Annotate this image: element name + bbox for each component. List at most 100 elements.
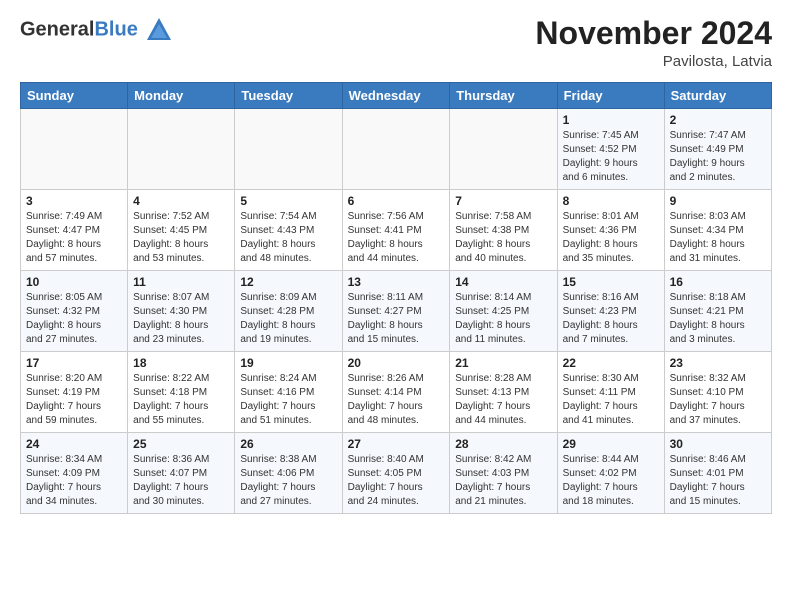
col-friday: Friday — [557, 83, 664, 109]
day-cell: 2 Sunrise: 7:47 AM Sunset: 4:49 PM Daylig… — [664, 109, 771, 190]
day-info: Sunrise: 8:16 AM Sunset: 4:23 PM Dayligh… — [563, 292, 639, 345]
day-number: 23 — [670, 356, 766, 370]
col-monday: Monday — [128, 83, 235, 109]
day-cell: 7 Sunrise: 7:58 AM Sunset: 4:38 PM Daylig… — [450, 190, 557, 271]
calendar-body: 1Sunrise: 7:45 AM Sunset: 4:52 PM Daylig… — [21, 109, 772, 514]
logo: GeneralBlue — [20, 16, 173, 44]
day-number: 24 — [26, 437, 122, 451]
day-cell: 30 Sunrise: 8:46 AM Sunset: 4:01 PM Dayli… — [664, 433, 771, 514]
day-number: 3 — [26, 194, 122, 208]
calendar-header: Sunday Monday Tuesday Wednesday Thursday… — [21, 83, 772, 109]
col-wednesday: Wednesday — [342, 83, 450, 109]
day-cell: 14 Sunrise: 8:14 AM Sunset: 4:25 PM Dayli… — [450, 271, 557, 352]
day-cell: 24 Sunrise: 8:34 AM Sunset: 4:09 PM Dayli… — [21, 433, 128, 514]
day-number: 22 — [563, 356, 659, 370]
day-cell — [450, 109, 557, 190]
day-number: 28 — [455, 437, 551, 451]
day-cell: 5Sunrise: 7:54 AM Sunset: 4:43 PM Daylig… — [235, 190, 342, 271]
page-header: GeneralBlue November 2024 Pavilosta, Lat… — [20, 16, 772, 70]
day-cell: 25 Sunrise: 8:36 AM Sunset: 4:07 PM Dayli… — [128, 433, 235, 514]
day-number: 4 — [133, 194, 229, 208]
week-row-1: 1Sunrise: 7:45 AM Sunset: 4:52 PM Daylig… — [21, 109, 772, 190]
day-info: Sunrise: 8:26 AM Sunset: 4:14 PM Dayligh… — [348, 373, 424, 426]
week-row-5: 24 Sunrise: 8:34 AM Sunset: 4:09 PM Dayli… — [21, 433, 772, 514]
day-info: Sunrise: 7:54 AM Sunset: 4:43 PM Dayligh… — [240, 211, 316, 264]
day-cell: 11 Sunrise: 8:07 AM Sunset: 4:30 PM Dayli… — [128, 271, 235, 352]
location-text: Pavilosta, Latvia — [535, 53, 772, 70]
day-info: Sunrise: 8:42 AM Sunset: 4:03 PM Dayligh… — [455, 454, 531, 507]
day-cell: 20 Sunrise: 8:26 AM Sunset: 4:14 PM Dayli… — [342, 352, 450, 433]
month-title: November 2024 — [535, 16, 772, 51]
day-info: Sunrise: 8:30 AM Sunset: 4:11 PM Dayligh… — [563, 373, 639, 426]
day-info: Sunrise: 7:52 AM Sunset: 4:45 PM Dayligh… — [133, 211, 209, 264]
logo-general-text: General — [20, 18, 94, 40]
day-cell: 1Sunrise: 7:45 AM Sunset: 4:52 PM Daylig… — [557, 109, 664, 190]
day-info: Sunrise: 8:22 AM Sunset: 4:18 PM Dayligh… — [133, 373, 209, 426]
day-number: 2 — [670, 113, 766, 127]
logo-blue-text: Blue — [94, 18, 137, 40]
day-number: 19 — [240, 356, 336, 370]
day-number: 16 — [670, 275, 766, 289]
col-tuesday: Tuesday — [235, 83, 342, 109]
col-sunday: Sunday — [21, 83, 128, 109]
day-info: Sunrise: 7:45 AM Sunset: 4:52 PM Dayligh… — [563, 130, 639, 183]
day-info: Sunrise: 8:03 AM Sunset: 4:34 PM Dayligh… — [670, 211, 746, 264]
day-info: Sunrise: 8:44 AM Sunset: 4:02 PM Dayligh… — [563, 454, 639, 507]
day-cell: 22 Sunrise: 8:30 AM Sunset: 4:11 PM Dayli… — [557, 352, 664, 433]
day-number: 14 — [455, 275, 551, 289]
page-container: GeneralBlue November 2024 Pavilosta, Lat… — [0, 0, 792, 526]
day-info: Sunrise: 7:58 AM Sunset: 4:38 PM Dayligh… — [455, 211, 531, 264]
day-cell: 6 Sunrise: 7:56 AM Sunset: 4:41 PM Daylig… — [342, 190, 450, 271]
day-cell: 16 Sunrise: 8:18 AM Sunset: 4:21 PM Dayli… — [664, 271, 771, 352]
day-info: Sunrise: 8:34 AM Sunset: 4:09 PM Dayligh… — [26, 454, 102, 507]
day-number: 11 — [133, 275, 229, 289]
day-cell: 10 Sunrise: 8:05 AM Sunset: 4:32 PM Dayli… — [21, 271, 128, 352]
day-cell: 9Sunrise: 8:03 AM Sunset: 4:34 PM Daylig… — [664, 190, 771, 271]
day-info: Sunrise: 8:09 AM Sunset: 4:28 PM Dayligh… — [240, 292, 316, 345]
calendar-table: Sunday Monday Tuesday Wednesday Thursday… — [20, 82, 772, 514]
day-cell: 17 Sunrise: 8:20 AM Sunset: 4:19 PM Dayli… — [21, 352, 128, 433]
day-info: Sunrise: 8:07 AM Sunset: 4:30 PM Dayligh… — [133, 292, 209, 345]
day-info: Sunrise: 8:28 AM Sunset: 4:13 PM Dayligh… — [455, 373, 531, 426]
day-number: 6 — [348, 194, 445, 208]
day-cell: 23 Sunrise: 8:32 AM Sunset: 4:10 PM Dayli… — [664, 352, 771, 433]
day-number: 15 — [563, 275, 659, 289]
day-number: 21 — [455, 356, 551, 370]
day-cell: 3Sunrise: 7:49 AM Sunset: 4:47 PM Daylig… — [21, 190, 128, 271]
day-cell: 27 Sunrise: 8:40 AM Sunset: 4:05 PM Dayli… — [342, 433, 450, 514]
day-cell: 26Sunrise: 8:38 AM Sunset: 4:06 PM Dayli… — [235, 433, 342, 514]
day-number: 17 — [26, 356, 122, 370]
day-number: 26 — [240, 437, 336, 451]
day-number: 20 — [348, 356, 445, 370]
day-number: 30 — [670, 437, 766, 451]
day-number: 10 — [26, 275, 122, 289]
day-number: 12 — [240, 275, 336, 289]
day-info: Sunrise: 7:47 AM Sunset: 4:49 PM Dayligh… — [670, 130, 746, 183]
day-info: Sunrise: 8:36 AM Sunset: 4:07 PM Dayligh… — [133, 454, 209, 507]
week-row-2: 3Sunrise: 7:49 AM Sunset: 4:47 PM Daylig… — [21, 190, 772, 271]
week-row-3: 10 Sunrise: 8:05 AM Sunset: 4:32 PM Dayli… — [21, 271, 772, 352]
title-block: November 2024 Pavilosta, Latvia — [535, 16, 772, 70]
day-cell: 29Sunrise: 8:44 AM Sunset: 4:02 PM Dayli… — [557, 433, 664, 514]
day-info: Sunrise: 8:32 AM Sunset: 4:10 PM Dayligh… — [670, 373, 746, 426]
day-number: 25 — [133, 437, 229, 451]
day-cell — [128, 109, 235, 190]
day-number: 13 — [348, 275, 445, 289]
day-info: Sunrise: 8:18 AM Sunset: 4:21 PM Dayligh… — [670, 292, 746, 345]
col-thursday: Thursday — [450, 83, 557, 109]
day-info: Sunrise: 8:40 AM Sunset: 4:05 PM Dayligh… — [348, 454, 424, 507]
day-info: Sunrise: 8:20 AM Sunset: 4:19 PM Dayligh… — [26, 373, 102, 426]
day-number: 18 — [133, 356, 229, 370]
day-cell: 4 Sunrise: 7:52 AM Sunset: 4:45 PM Daylig… — [128, 190, 235, 271]
day-info: Sunrise: 8:05 AM Sunset: 4:32 PM Dayligh… — [26, 292, 102, 345]
day-info: Sunrise: 8:24 AM Sunset: 4:16 PM Dayligh… — [240, 373, 316, 426]
day-number: 27 — [348, 437, 445, 451]
day-cell — [342, 109, 450, 190]
day-number: 7 — [455, 194, 551, 208]
day-cell: 13Sunrise: 8:11 AM Sunset: 4:27 PM Dayli… — [342, 271, 450, 352]
day-info: Sunrise: 7:56 AM Sunset: 4:41 PM Dayligh… — [348, 211, 424, 264]
day-info: Sunrise: 8:46 AM Sunset: 4:01 PM Dayligh… — [670, 454, 746, 507]
day-cell: 12 Sunrise: 8:09 AM Sunset: 4:28 PM Dayli… — [235, 271, 342, 352]
day-info: Sunrise: 8:14 AM Sunset: 4:25 PM Dayligh… — [455, 292, 531, 345]
day-info: Sunrise: 8:01 AM Sunset: 4:36 PM Dayligh… — [563, 211, 639, 264]
